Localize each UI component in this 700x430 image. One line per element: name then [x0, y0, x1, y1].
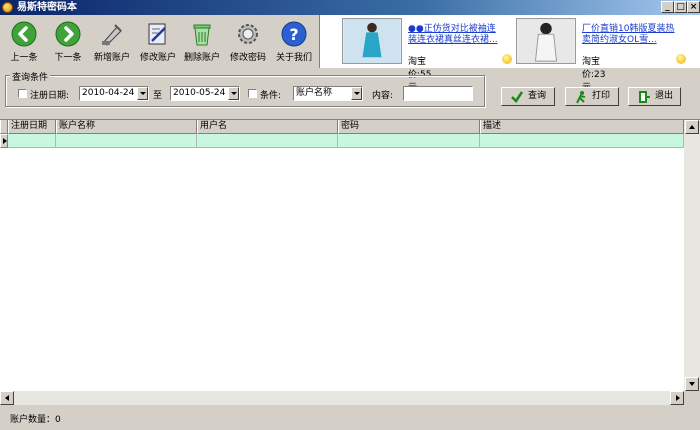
scrollbar-corner	[684, 391, 700, 405]
scroll-right-icon[interactable]	[670, 391, 684, 405]
table-cell[interactable]	[480, 134, 684, 148]
chevron-down-icon[interactable]	[351, 87, 362, 100]
content-input[interactable]	[403, 86, 473, 101]
row-indicator-header	[0, 120, 8, 134]
reg-date-label: 注册日期:	[30, 91, 70, 101]
title-bar: 易斯特密码本 _ □ ×	[0, 0, 700, 15]
exit-door-icon	[639, 91, 650, 103]
column-header-username[interactable]: 用户名	[197, 120, 338, 134]
ad-link[interactable]: 厂价直销10韩版夏装热 卖简约淑女OL雪...	[582, 24, 700, 46]
condition-checkbox[interactable]	[248, 89, 257, 98]
row-pointer-icon[interactable]	[0, 134, 8, 148]
vertical-scrollbar[interactable]	[684, 120, 700, 391]
reg-date-checkbox[interactable]	[18, 89, 27, 98]
toolbar-label: 关于我们	[275, 53, 312, 63]
toolbar-label: 修改密码	[229, 53, 266, 63]
chevron-down-icon[interactable]	[228, 87, 239, 100]
prev-record-button[interactable]: 上一条	[2, 21, 46, 65]
table-cell[interactable]	[197, 134, 338, 148]
arrow-down-icon	[55, 21, 81, 47]
column-header-description[interactable]: 描述	[480, 120, 684, 134]
scroll-down-icon[interactable]	[685, 377, 699, 391]
search-button[interactable]: 查询	[501, 87, 555, 106]
table-cell[interactable]	[8, 134, 56, 148]
scroll-up-icon[interactable]	[685, 120, 699, 134]
table-header: 注册日期 账户名称 用户名 密码 描述	[0, 120, 684, 134]
table-row[interactable]	[0, 134, 684, 148]
ad-banner: ●●正仿货对比被袖连 装连衣裙真丝连衣裙... 淘宝价:55元 厂价直销10韩版…	[319, 15, 700, 93]
scroll-left-icon[interactable]	[0, 391, 14, 405]
toolbar: 上一条 下一条 新增账户 修改账户 删除账户 修改密码 ? 关于我们	[0, 15, 318, 67]
edit-account-icon	[148, 23, 166, 45]
column-header-account-name[interactable]: 账户名称	[56, 120, 197, 134]
content-label: 内容:	[372, 91, 394, 101]
query-legend: 查询条件	[10, 70, 51, 83]
checkmark-icon	[511, 91, 524, 103]
condition-select[interactable]: 账户名称	[293, 86, 363, 101]
gear-icon	[238, 24, 258, 44]
toolbar-label: 修改账户	[139, 53, 176, 63]
horizontal-scrollbar[interactable]	[0, 391, 684, 405]
toolbar-label: 新增账户	[93, 53, 130, 63]
help-icon: ?	[281, 21, 307, 47]
minimize-button[interactable]: _	[661, 1, 674, 13]
arrow-up-icon	[11, 21, 37, 47]
toolbar-label: 删除账户	[183, 53, 220, 63]
chevron-down-icon[interactable]	[137, 87, 148, 100]
delete-account-icon	[193, 24, 211, 46]
lightbulb-icon	[676, 54, 686, 64]
add-account-button[interactable]: 新增账户	[90, 21, 134, 65]
change-password-button[interactable]: 修改密码	[226, 21, 270, 65]
app-icon	[2, 2, 13, 13]
date-from-picker[interactable]: 2010-04-24	[79, 86, 149, 101]
toolbar-label: 上一条	[10, 53, 38, 63]
column-header-reg-date[interactable]: 注册日期	[8, 120, 56, 134]
toolbar-label: 下一条	[54, 53, 82, 63]
table-cell[interactable]	[56, 134, 197, 148]
ad-link[interactable]: ●●正仿货对比被袖连 装连衣裙真丝连衣裙...	[408, 24, 526, 46]
person-icon	[576, 91, 586, 104]
product-image	[342, 18, 402, 64]
condition-label: 条件:	[260, 91, 282, 101]
status-bar: 账户数量：0	[0, 405, 700, 430]
lightbulb-icon	[502, 54, 512, 64]
column-header-password[interactable]: 密码	[338, 120, 480, 134]
add-account-icon	[102, 24, 122, 46]
accounts-table[interactable]: 注册日期 账户名称 用户名 密码 描述	[0, 119, 700, 405]
date-to-picker[interactable]: 2010-05-24	[170, 86, 240, 101]
table-cell[interactable]	[338, 134, 480, 148]
window-title: 易斯特密码本	[17, 2, 77, 13]
account-count: 账户数量：0	[10, 415, 61, 425]
about-us-button[interactable]: ? 关于我们	[272, 21, 316, 65]
exit-button[interactable]: 退出	[628, 87, 681, 106]
next-record-button[interactable]: 下一条	[46, 21, 90, 65]
query-conditions-panel: 查询条件 注册日期: 2010-04-24 至 2010-05-24 条件: 账…	[5, 70, 485, 107]
edit-account-button[interactable]: 修改账户	[136, 21, 180, 65]
svg-text:?: ?	[289, 25, 298, 44]
to-label: 至	[153, 91, 163, 101]
maximize-button[interactable]: □	[674, 1, 687, 13]
print-button[interactable]: 打印	[565, 87, 619, 106]
close-button[interactable]: ×	[687, 1, 700, 13]
delete-account-button[interactable]: 删除账户	[180, 21, 224, 65]
product-image	[516, 18, 576, 64]
